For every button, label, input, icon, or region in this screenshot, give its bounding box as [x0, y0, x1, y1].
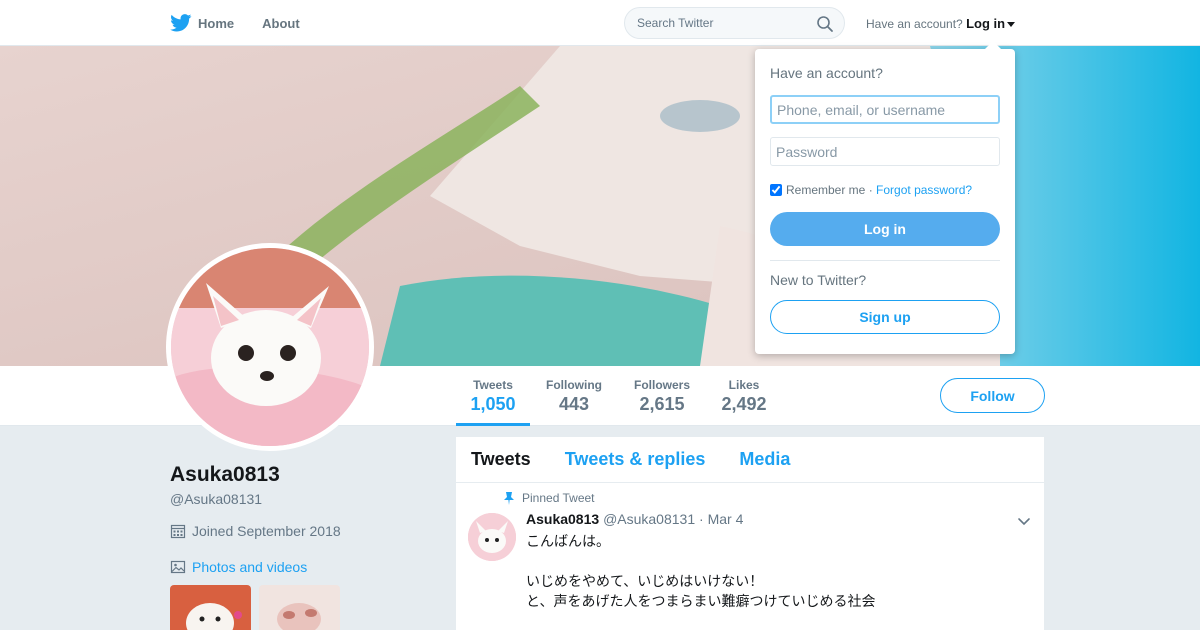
username-input[interactable] [770, 95, 1000, 124]
photos-link-label: Photos and videos [192, 559, 308, 575]
tweet-avatar[interactable] [468, 513, 516, 561]
stat-likes-label: Likes [728, 378, 760, 392]
stat-likes-value: 2,492 [721, 394, 767, 414]
search-icon[interactable] [816, 15, 834, 33]
profile-handle[interactable]: @Asuka08131 [170, 491, 262, 507]
tweet-author-name[interactable]: Asuka0813 [526, 511, 599, 527]
tab-media[interactable]: Media [739, 449, 790, 470]
stat-following[interactable]: Following 443 [540, 378, 608, 415]
account-prompt: Have an account? Log in [866, 16, 1016, 31]
follow-button[interactable]: Follow [940, 378, 1045, 413]
password-input[interactable] [770, 137, 1000, 166]
stat-followers-value: 2,615 [639, 394, 685, 414]
tweet-date[interactable]: · Mar 4 [699, 511, 743, 527]
joined-date: Joined September 2018 [170, 523, 341, 539]
avatar-photo [171, 248, 369, 446]
chevron-down-icon[interactable] [1016, 513, 1032, 529]
login-menu-link[interactable]: Log in [966, 16, 1016, 31]
new-to-twitter-text: New to Twitter? [770, 272, 867, 288]
nav-about-label: About [262, 15, 300, 31]
timeline: Tweets Tweets & replies Media Pinned Twe… [456, 437, 1044, 630]
tweet-text: こんばんは。 いじめをやめて、いじめはいけない！ と、声をあげた人をつまらまい難… [526, 533, 876, 609]
pinned-tweet[interactable]: Pinned Tweet Asuka0813 @Asuka08131 · Mar… [456, 483, 1044, 630]
pin-icon [504, 491, 514, 505]
stat-followers[interactable]: Followers 2,615 [628, 378, 696, 415]
stat-tweets[interactable]: Tweets 1,050 [456, 378, 530, 415]
thumbnail-photo [259, 585, 340, 630]
tweet-author-handle[interactable]: @Asuka08131 [603, 511, 695, 527]
login-dropdown: Have an account? Remember me · Forgot pa… [755, 41, 1015, 354]
thumbnail-photo [170, 585, 251, 630]
tweet-header: Asuka0813 @Asuka08131 · Mar 4 [526, 511, 743, 527]
stat-tweets-value: 1,050 [470, 394, 516, 414]
nav-home-label: Home [198, 15, 235, 31]
search-box [624, 7, 845, 39]
nav-home[interactable]: Home [170, 14, 234, 32]
stat-likes[interactable]: Likes 2,492 [716, 378, 772, 415]
image-icon [170, 560, 186, 574]
media-thumbnail[interactable] [170, 585, 251, 630]
have-account-text: Have an account? [866, 17, 963, 31]
forgot-password-link[interactable]: Forgot password? [876, 183, 972, 197]
login-menu-label: Log in [966, 16, 1006, 31]
login-dropdown-title: Have an account? [770, 65, 883, 81]
remember-me-label[interactable]: Remember me [786, 183, 865, 197]
tab-tweets[interactable]: Tweets [471, 449, 531, 470]
calendar-icon [170, 524, 186, 539]
joined-text: Joined September 2018 [192, 523, 341, 539]
remember-me-checkbox[interactable] [770, 184, 782, 196]
remember-separator: · [868, 183, 873, 197]
twitter-bird-icon [170, 14, 192, 32]
profile-name[interactable]: Asuka0813 [170, 463, 280, 487]
caret-down-icon [1007, 22, 1016, 28]
photos-videos-link[interactable]: Photos and videos [170, 559, 307, 575]
remember-me-row: Remember me · Forgot password? [770, 183, 972, 197]
nav-about[interactable]: About [262, 16, 300, 31]
timeline-tabs: Tweets Tweets & replies Media [456, 437, 1044, 483]
stat-tweets-label: Tweets [473, 378, 513, 392]
pinned-indicator: Pinned Tweet [504, 491, 595, 505]
dropdown-arrow [985, 41, 1001, 49]
tab-tweets-replies[interactable]: Tweets & replies [565, 449, 706, 470]
top-nav: Home About Have an account? Log in [0, 0, 1200, 46]
search-input[interactable] [625, 8, 805, 38]
signup-button[interactable]: Sign up [770, 300, 1000, 334]
stat-following-value: 443 [558, 394, 590, 414]
tweet-avatar-photo [468, 513, 516, 561]
profile-avatar[interactable] [166, 243, 374, 451]
media-thumbnail[interactable] [259, 585, 340, 630]
stat-following-label: Following [546, 378, 602, 392]
login-button[interactable]: Log in [770, 212, 1000, 246]
dropdown-divider [770, 260, 1000, 261]
stat-followers-label: Followers [633, 378, 690, 392]
active-stat-indicator [456, 423, 530, 426]
pinned-label: Pinned Tweet [522, 491, 595, 505]
